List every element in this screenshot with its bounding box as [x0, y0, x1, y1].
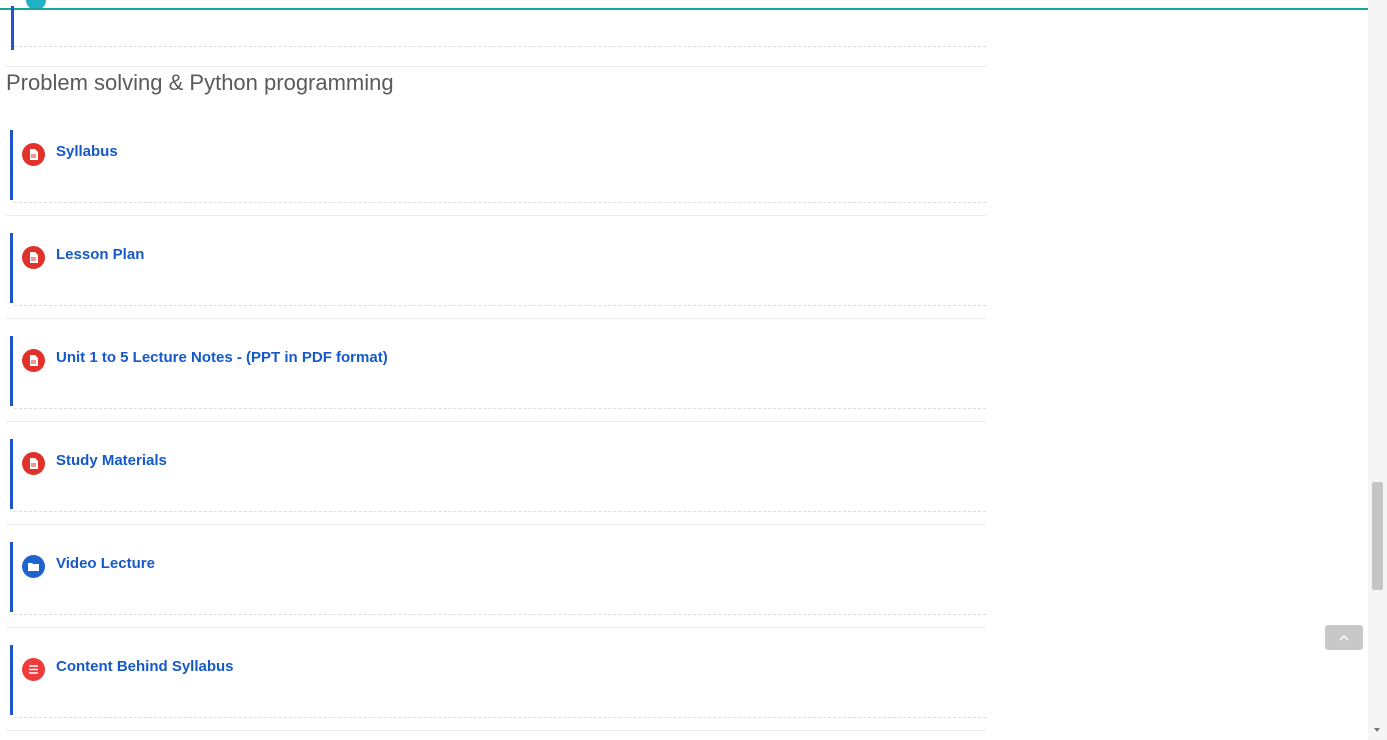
activity-link[interactable]: Unit 1 to 5 Lecture Notes - (PPT in PDF … — [56, 349, 388, 366]
activity-lecture-notes[interactable]: Unit 1 to 5 Lecture Notes - (PPT in PDF … — [6, 319, 986, 422]
section-title: Problem solving & Python programming — [6, 70, 394, 95]
activity-divider — [14, 46, 986, 47]
activity-link[interactable]: Content Behind Syllabus — [56, 658, 234, 675]
previous-activity-item — [6, 0, 986, 55]
scroll-down-arrow-icon[interactable] — [1374, 728, 1380, 732]
chevron-up-icon — [1339, 634, 1349, 641]
right-panel — [987, 10, 1368, 740]
activity-lesson-plan[interactable]: Lesson Plan — [6, 216, 986, 319]
pdf-file-icon — [22, 246, 45, 269]
activity-content-behind-syllabus[interactable]: Content Behind Syllabus — [6, 628, 986, 731]
back-to-top-button[interactable] — [1325, 625, 1363, 650]
activity-indent-bar — [10, 542, 13, 612]
activity-divider — [14, 408, 986, 409]
activity-indent-bar — [11, 6, 14, 50]
scrollbar-thumb[interactable] — [1372, 482, 1383, 590]
pdf-file-icon — [22, 349, 45, 372]
section-divider — [6, 66, 986, 67]
pdf-file-icon — [22, 452, 45, 475]
activity-list: Syllabus Lesson Plan Unit 1 to 5 Lecture… — [6, 113, 986, 731]
activity-divider — [14, 614, 986, 615]
activity-indent-bar — [10, 439, 13, 509]
activity-video-lecture[interactable]: Video Lecture — [6, 525, 986, 628]
page: Problem solving & Python programming Syl… — [0, 0, 1387, 740]
activity-link[interactable]: Video Lecture — [56, 555, 155, 572]
pdf-file-icon — [22, 143, 45, 166]
course-content: Problem solving & Python programming Syl… — [6, 0, 986, 740]
activity-divider — [14, 511, 986, 512]
activity-indent-bar — [10, 130, 13, 200]
activity-link[interactable]: Lesson Plan — [56, 246, 144, 263]
activity-link[interactable]: Study Materials — [56, 452, 167, 469]
activity-study-materials[interactable]: Study Materials — [6, 422, 986, 525]
activity-divider — [14, 717, 986, 718]
folder-icon — [22, 555, 45, 578]
page-icon — [22, 658, 45, 681]
activity-indent-bar — [10, 645, 13, 715]
activity-syllabus[interactable]: Syllabus — [6, 113, 986, 216]
activity-divider — [14, 202, 986, 203]
vertical-scrollbar[interactable] — [1368, 0, 1387, 740]
activity-divider — [14, 305, 986, 306]
activity-indent-bar — [10, 233, 13, 303]
activity-link[interactable]: Syllabus — [56, 143, 118, 160]
activity-indent-bar — [10, 336, 13, 406]
